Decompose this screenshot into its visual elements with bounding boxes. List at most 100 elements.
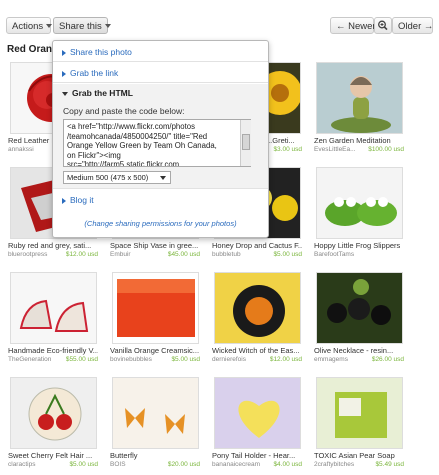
newer-label: ← Newer <box>336 21 376 32</box>
item-name: Ruby red and grey, sati... <box>8 241 92 250</box>
item-thumbnail[interactable] <box>112 377 199 449</box>
triangle-right-icon <box>62 49 66 56</box>
share-this-button[interactable]: Share this <box>53 17 111 34</box>
older-button[interactable]: Older → <box>392 17 433 34</box>
item-shop: BOIS <box>110 461 126 468</box>
item-price: $5.49 usd <box>375 461 404 468</box>
item-shop: 2craftybitches <box>314 461 355 468</box>
item-name: ...Greti... <box>266 136 295 145</box>
heart-pony-tail-holder-photo <box>215 378 300 448</box>
item-price: $3.00 usd <box>273 146 302 153</box>
item-shop: annakssi <box>8 146 34 153</box>
item-thumbnail[interactable] <box>316 272 403 344</box>
item-shop: bluerootpress <box>8 251 48 258</box>
item-shop: bananaicecream <box>212 461 261 468</box>
chevron-down-icon <box>46 24 53 29</box>
sharing-permissions-link[interactable]: (Change sharing permissions for your pho… <box>53 219 268 228</box>
item-shop: BarefootTams <box>314 251 355 258</box>
scrollbar-thumb[interactable] <box>242 134 250 150</box>
share-photo-item[interactable]: Share this photo <box>53 43 268 62</box>
cherry-hair-clip-photo <box>11 378 96 448</box>
item-price: $5.00 usd <box>273 251 302 258</box>
triangle-right-icon <box>62 70 66 77</box>
blog-it-item[interactable]: Blog it <box>53 191 268 210</box>
olive-necklace-photo <box>317 273 402 343</box>
item-shop: TheGeneration <box>8 356 52 363</box>
item-price: $55.00 usd <box>65 356 98 363</box>
butterfly-earrings-photo <box>113 378 198 448</box>
item-name: Handmade Eco-friendly V... <box>8 346 98 355</box>
grab-link-item[interactable]: Grab the link <box>53 64 268 83</box>
item-name: Hoppy Little Frog Slippers <box>314 241 401 250</box>
grab-link-label: Grab the link <box>70 68 119 78</box>
item-thumbnail[interactable] <box>112 272 199 344</box>
item-thumbnail[interactable] <box>214 272 301 344</box>
item-price: $12.00 usd <box>269 356 302 363</box>
grab-html-header[interactable]: Grab the HTML <box>62 88 133 98</box>
actions-button[interactable]: Actions <box>6 17 53 34</box>
chevron-down-icon <box>160 176 166 180</box>
gallery-item[interactable]: Hoppy Little Frog Slippers BarefootTams <box>312 165 406 263</box>
blog-it-label: Blog it <box>70 195 94 205</box>
item-shop: dernierefois <box>212 356 246 363</box>
item-name: Sweet Cherry Felt Hair ... <box>8 451 93 460</box>
grab-html-section: Grab the HTML Copy and paste the code be… <box>53 84 268 189</box>
item-name: TOXIC Asian Pear Soap <box>314 451 395 460</box>
share-this-label: Share this <box>59 21 102 32</box>
item-shop: EvesLittleEa... <box>314 146 356 153</box>
item-price: $26.00 usd <box>371 356 404 363</box>
orange-soap-photo <box>113 273 198 343</box>
item-price: $4.00 usd <box>273 461 302 468</box>
triangle-right-icon <box>62 197 66 204</box>
shoes-photo <box>11 273 96 343</box>
gallery-item[interactable]: Sweet Cherry Felt Hair ... claractips $5… <box>6 375 100 473</box>
item-name: Honey Drop and Cactus F... <box>212 241 302 250</box>
gallery-item[interactable]: TOXIC Asian Pear Soap 2craftybitches $5.… <box>312 375 406 473</box>
gallery-item[interactable]: Zen Garden Meditation EvesLittleEa... $1… <box>312 60 406 158</box>
gallery-item[interactable]: Wicked Witch of the Eas... dernierefois … <box>210 270 304 368</box>
item-name: Pony Tail Holder - Hear... <box>212 451 296 460</box>
witch-brooch-photo <box>215 273 300 343</box>
item-name: Space Ship Vase in gree... <box>110 241 199 250</box>
gallery-item[interactable]: Butterfly BOIS $20.00 usd <box>108 375 202 473</box>
size-select[interactable]: Medium 500 (475 x 500) <box>63 171 171 184</box>
item-name: Vanilla Orange Creamsic... <box>110 346 200 355</box>
item-price: $20.00 usd <box>167 461 200 468</box>
zen-garden-figure-photo <box>317 63 402 133</box>
item-shop: bovinebubbles <box>110 356 152 363</box>
item-thumbnail[interactable] <box>316 62 403 134</box>
gallery-item[interactable]: Pony Tail Holder - Hear... bananaicecrea… <box>210 375 304 473</box>
frog-slippers-photo <box>317 168 402 238</box>
item-price: $100.00 usd <box>368 146 404 153</box>
item-thumbnail[interactable] <box>214 377 301 449</box>
actions-label: Actions <box>12 21 44 32</box>
item-thumbnail[interactable] <box>10 272 97 344</box>
gallery-item[interactable]: Olive Necklace - resin... emmagems $26.0… <box>312 270 406 368</box>
html-code-textarea[interactable]: <a href="http://www.flickr.com/photos /t… <box>63 119 251 167</box>
item-name: Wicked Witch of the Eas... <box>212 346 300 355</box>
grab-html-label: Grab the HTML <box>72 88 133 98</box>
item-name: Butterfly <box>110 451 138 460</box>
item-thumbnail[interactable] <box>316 377 403 449</box>
copy-instruction: Copy and paste the code below: <box>63 106 185 116</box>
item-name: Olive Necklace - resin... <box>314 346 394 355</box>
share-menu: Share this photo Grab the link Grab the … <box>52 40 269 238</box>
gallery-item[interactable]: Handmade Eco-friendly V... TheGeneration… <box>6 270 100 368</box>
older-label: Older → <box>398 21 434 32</box>
gallery-item[interactable]: Vanilla Orange Creamsic... bovinebubbles… <box>108 270 202 368</box>
magnifier-icon <box>378 20 388 31</box>
zoom-button[interactable] <box>374 17 392 34</box>
textarea-scrollbar[interactable] <box>240 120 251 166</box>
item-price: $45.00 usd <box>167 251 200 258</box>
size-select-value: Medium 500 (475 x 500) <box>67 173 149 182</box>
item-shop: Embuir <box>110 251 131 258</box>
share-photo-label: Share this photo <box>70 47 132 57</box>
item-shop: claractips <box>8 461 36 468</box>
item-price: $12.00 usd <box>65 251 98 258</box>
item-thumbnail[interactable] <box>10 377 97 449</box>
item-thumbnail[interactable] <box>316 167 403 239</box>
newer-button[interactable]: ← Newer <box>330 17 376 34</box>
pear-soap-photo <box>317 378 402 448</box>
item-price: $5.00 usd <box>69 461 98 468</box>
item-price: $5.00 usd <box>171 356 200 363</box>
